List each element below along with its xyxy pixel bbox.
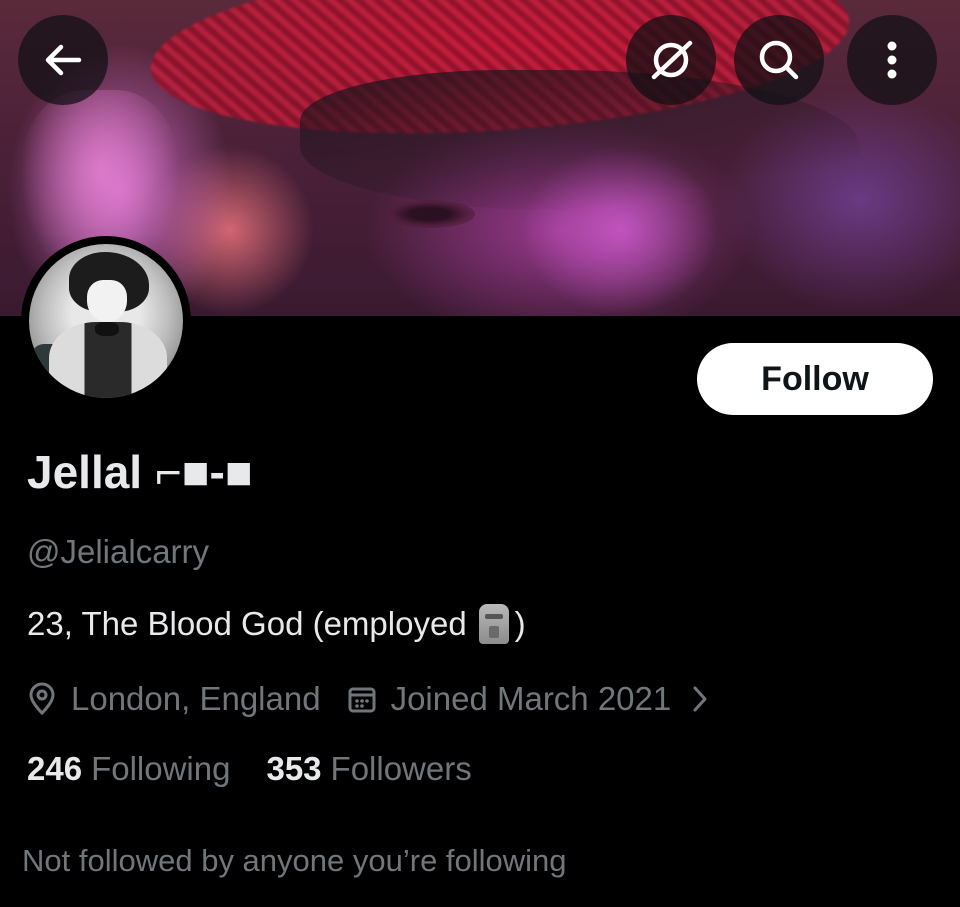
display-name: Jellal ⌐■-■ (27, 446, 253, 498)
profile-meta: London, England Joined March 2021 (27, 677, 709, 721)
followers-count: 353 (266, 750, 322, 787)
more-options-button[interactable] (847, 15, 937, 105)
arrow-left-icon (41, 38, 85, 82)
moai-emoji-icon (478, 604, 509, 644)
not-followed-notice: Not followed by anyone you’re following (22, 843, 567, 878)
joined-text: Joined March 2021 (390, 680, 672, 717)
location-pin-icon (27, 682, 57, 716)
search-button[interactable] (734, 15, 824, 105)
calendar-icon (347, 684, 377, 714)
follow-button[interactable]: Follow (697, 343, 933, 415)
avatar-detail (95, 322, 119, 336)
grok-button[interactable] (626, 15, 716, 105)
more-vertical-icon (882, 38, 902, 82)
followers-stat[interactable]: 353 Followers (266, 750, 471, 788)
follow-stats: 246 Following 353 Followers (27, 750, 472, 788)
chevron-right-icon (691, 684, 709, 714)
search-icon (755, 36, 803, 84)
user-handle: @Jelialcarry (27, 533, 210, 570)
profile-avatar[interactable] (21, 236, 191, 406)
location-item: London, England (27, 680, 321, 718)
bio-close: ) (514, 605, 526, 642)
profile-bio: 23, The Blood God (employed ) (27, 604, 526, 644)
followers-label: Followers (330, 750, 472, 787)
location-text: London, England (71, 680, 321, 717)
following-count: 246 (27, 750, 83, 787)
avatar-detail (87, 280, 127, 322)
joined-item[interactable]: Joined March 2021 (347, 680, 710, 718)
banner-eye (385, 200, 475, 228)
grok-icon (646, 35, 696, 85)
following-label: Following (91, 750, 231, 787)
bio-text: 23, The Blood God (employed (27, 605, 467, 642)
back-button[interactable] (18, 15, 108, 105)
following-stat[interactable]: 246 Following (27, 750, 230, 788)
avatar-image (29, 244, 183, 398)
